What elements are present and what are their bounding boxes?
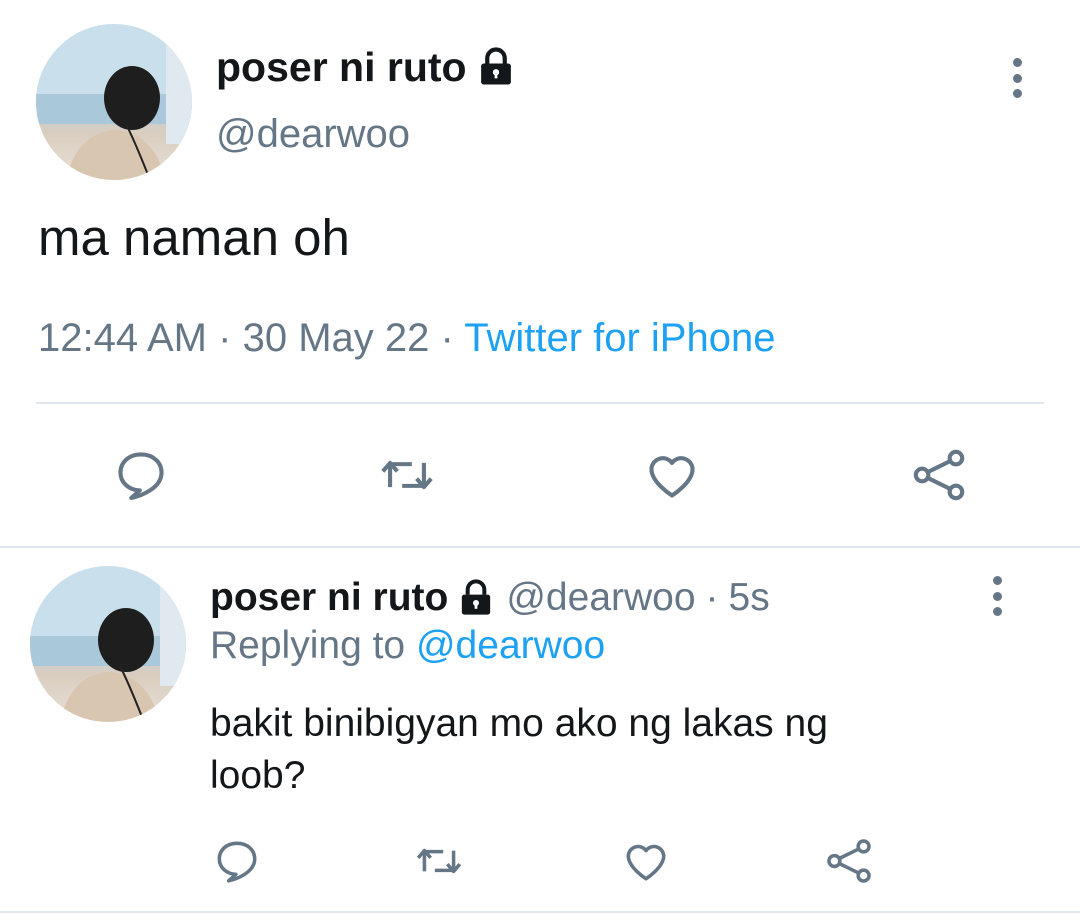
reply-button[interactable] (112, 446, 170, 504)
retweet-icon (416, 848, 462, 874)
reply-handle[interactable]: @dearwoo (506, 576, 695, 620)
reply-header-row: poser ni ruto @dearwoo · 5s (210, 574, 770, 622)
meta-separator: · (218, 316, 232, 360)
retweet-button[interactable] (414, 836, 464, 886)
more-options-icon[interactable] (1006, 58, 1028, 98)
tweet-time: 12:44 AM (38, 316, 208, 360)
main-display-name[interactable]: poser ni ruto (216, 44, 467, 91)
main-handle[interactable]: @dearwoo (216, 112, 410, 157)
like-button[interactable] (642, 446, 702, 504)
reply-age: 5s (728, 576, 770, 619)
share-button[interactable] (910, 446, 968, 504)
tweet-source-link[interactable]: Twitter for iPhone (464, 316, 775, 360)
reply-avatar[interactable] (30, 566, 186, 722)
meta-separator: · (440, 316, 454, 360)
share-icon (913, 449, 965, 501)
main-display-name-row: poser ni ruto (216, 42, 517, 92)
main-tweet-text: ma naman oh (38, 209, 350, 266)
tweet-date: 30 May 22 (242, 316, 430, 360)
share-icon (827, 839, 871, 883)
reply-icon (217, 841, 257, 883)
divider (0, 911, 1080, 913)
replying-to-label: Replying to (210, 624, 406, 667)
reply-text-line: bakit binibigyan mo ako ng lakas ng (210, 702, 828, 745)
reply-text-line: loob? (210, 754, 306, 797)
lock-icon (480, 47, 511, 85)
avatar-photo (36, 24, 192, 180)
avatar-photo (30, 566, 186, 722)
share-button[interactable] (824, 836, 874, 886)
main-tweet-meta: 12:44 AM · 30 May 22 · Twitter for iPhon… (38, 316, 775, 361)
reply-icon (118, 452, 164, 501)
lock-icon (462, 579, 491, 615)
replying-to-row: Replying to @dearwoo (210, 624, 605, 668)
replying-to-handle-link[interactable]: @dearwoo (416, 624, 605, 667)
like-button[interactable] (620, 836, 672, 886)
retweet-button[interactable] (378, 446, 436, 504)
reply-button[interactable] (212, 836, 262, 886)
more-options-icon[interactable] (986, 576, 1008, 616)
reply-tweet-text: bakit binibigyan mo ako ng lakas ng loob… (210, 698, 828, 802)
like-icon (626, 844, 666, 881)
reply-display-name[interactable]: poser ni ruto (210, 576, 448, 620)
like-icon (649, 456, 695, 498)
main-avatar[interactable] (36, 24, 192, 180)
meta-separator: · (705, 576, 719, 619)
divider (36, 402, 1044, 404)
retweet-icon (381, 460, 433, 490)
divider (0, 546, 1080, 548)
